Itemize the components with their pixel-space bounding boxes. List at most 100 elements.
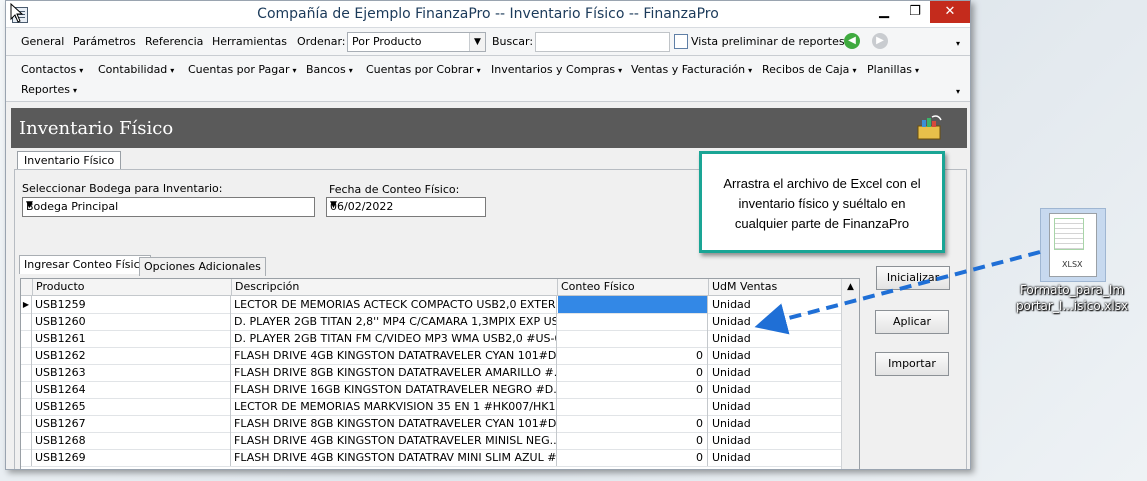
tab-opciones-adicionales[interactable]: Opciones Adicionales	[139, 257, 266, 276]
menu-herramientas[interactable]: Herramientas	[212, 35, 287, 48]
header-producto[interactable]: Producto	[33, 279, 232, 295]
menu-general[interactable]: General	[21, 35, 64, 48]
table-row[interactable]: USB1268 FLASH DRIVE 4GB KINGSTON DATATRAV…	[21, 432, 841, 450]
cell-producto[interactable]: USB1261	[33, 330, 231, 347]
minimize-button[interactable]: ▁	[868, 1, 900, 23]
aplicar-button[interactable]: Aplicar	[875, 310, 949, 334]
table-row[interactable]: USB1267 FLASH DRIVE 8GB KINGSTON DATATRAV…	[21, 415, 841, 433]
mouse-cursor-icon	[10, 3, 24, 23]
tab-ingresar-conteo[interactable]: Ingresar Conteo Físico	[19, 255, 152, 274]
cell-descripcion[interactable]: LECTOR DE MEMORIAS ACTECK COMPACTO USB2,…	[232, 296, 557, 313]
table-row[interactable]: USB1264 FLASH DRIVE 16GB KINGSTON DATATRA…	[21, 381, 841, 399]
table-row[interactable]: USB1265 LECTOR DE MEMORIAS MARKVISION 35 …	[21, 398, 841, 416]
module-reportes[interactable]: Reportes ▾	[21, 83, 77, 96]
excel-file-icon[interactable]: XLSX	[1040, 208, 1106, 282]
cell-descripcion[interactable]: FLASH DRIVE 4GB KINGSTON DATATRAVELER CY…	[232, 347, 557, 364]
cell-producto[interactable]: USB1262	[33, 347, 231, 364]
cell-descripcion[interactable]: LECTOR DE MEMORIAS MARKVISION 35 EN 1 #H…	[232, 398, 557, 415]
cell-conteo[interactable]	[558, 296, 708, 313]
module-recibos-de-caja[interactable]: Recibos de Caja ▾	[762, 63, 856, 76]
cell-producto[interactable]: USB1269	[33, 449, 231, 466]
table-row[interactable]: USB1263 FLASH DRIVE 8GB KINGSTON DATATRAV…	[21, 364, 841, 382]
table-row[interactable]: ▶ USB1259 LECTOR DE MEMORIAS ACTECK COMPAC…	[21, 296, 841, 314]
cell-udm[interactable]: Unidad	[709, 347, 839, 364]
scroll-up-icon[interactable]: ▲	[843, 280, 858, 295]
header-indicator	[21, 279, 33, 295]
vista-preliminar-button[interactable]: Vista preliminar de reportes	[691, 35, 845, 48]
cell-producto[interactable]: USB1259	[33, 296, 231, 313]
cell-descripcion[interactable]: D. PLAYER 2GB TITAN FM C/VIDEO MP3 WMA U…	[232, 330, 557, 347]
module-inventarios-y-compras[interactable]: Inventarios y Compras ▾	[491, 63, 622, 76]
cell-conteo[interactable]: 0	[558, 415, 708, 432]
page-title: Inventario Físico	[19, 118, 174, 139]
cell-conteo[interactable]: 0	[558, 432, 708, 449]
search-input[interactable]	[535, 32, 670, 52]
header-udm[interactable]: UdM Ventas	[709, 279, 841, 295]
cell-udm[interactable]: Unidad	[709, 415, 839, 432]
back-icon[interactable]: ◀	[844, 33, 860, 49]
module-contactos[interactable]: Contactos ▾	[21, 63, 83, 76]
table-row[interactable]: USB1262 FLASH DRIVE 4GB KINGSTON DATATRAV…	[21, 347, 841, 365]
close-button[interactable]: ✕	[930, 1, 970, 23]
bodega-select[interactable]: Bodega Principal ▼	[22, 197, 315, 217]
chevron-down-icon[interactable]: ▼	[469, 33, 485, 51]
cell-udm[interactable]: Unidad	[709, 449, 839, 466]
module-contabilidad[interactable]: Contabilidad ▾	[98, 63, 174, 76]
forward-icon[interactable]: ▶	[872, 33, 888, 49]
cell-conteo[interactable]	[558, 398, 708, 415]
cell-conteo[interactable]	[558, 330, 708, 347]
table-row[interactable]: USB1260 D. PLAYER 2GB TITAN 2,8'' MP4 C/C…	[21, 313, 841, 331]
maximize-button[interactable]: ❐	[899, 1, 931, 23]
cell-udm[interactable]: Unidad	[709, 381, 839, 398]
cell-conteo[interactable]: 0	[558, 347, 708, 364]
importar-button[interactable]: Importar	[875, 352, 949, 376]
table-row[interactable]: USB1261 D. PLAYER 2GB TITAN FM C/VIDEO MP…	[21, 330, 841, 348]
cell-udm[interactable]: Unidad	[709, 313, 839, 330]
chevron-down-icon[interactable]: ▼	[330, 200, 483, 210]
cell-descripcion[interactable]: FLASH DRIVE 8GB KINGSTON DATATRAVELER CY…	[232, 415, 557, 432]
cell-producto[interactable]: USB1268	[33, 432, 231, 449]
menu-overflow-icon[interactable]: ▾	[956, 87, 960, 96]
cell-conteo[interactable]: 0	[558, 364, 708, 381]
fecha-picker[interactable]: 06/02/2022 ▼	[326, 197, 486, 217]
toolbar-overflow-icon[interactable]: ▾	[956, 39, 960, 48]
cell-producto[interactable]: USB1265	[33, 398, 231, 415]
tab-inventario-fisico[interactable]: Inventario Físico	[17, 151, 122, 170]
module-cuentas-por-cobrar[interactable]: Cuentas por Cobrar ▾	[366, 63, 481, 76]
cell-udm[interactable]: Unidad	[709, 330, 839, 347]
cell-udm[interactable]: Unidad	[709, 364, 839, 381]
cell-descripcion[interactable]: FLASH DRIVE 8GB KINGSTON DATATRAVELER AM…	[232, 364, 557, 381]
inventory-grid: Producto Descripción Conteo Físico UdM V…	[20, 278, 860, 469]
chevron-down-icon[interactable]: ▼	[26, 200, 312, 210]
cell-descripcion[interactable]: FLASH DRIVE 16GB KINGSTON DATATRAVELER N…	[232, 381, 557, 398]
cell-conteo[interactable]: 0	[558, 449, 708, 466]
cell-producto[interactable]: USB1264	[33, 381, 231, 398]
module-cuentas-por-pagar[interactable]: Cuentas por Pagar ▾	[188, 63, 297, 76]
table-row[interactable]: USB1269 FLASH DRIVE 4GB KINGSTON DATATRAV…	[21, 449, 841, 467]
window-title: Compañía de Ejemplo FinanzaPro -- Invent…	[257, 6, 719, 22]
cell-descripcion[interactable]: D. PLAYER 2GB TITAN 2,8'' MP4 C/CAMARA 1…	[232, 313, 557, 330]
cell-udm[interactable]: Unidad	[709, 398, 839, 415]
module-ventas-y-facturacion[interactable]: Ventas y Facturación ▾	[631, 63, 752, 76]
module-bancos[interactable]: Bancos ▾	[306, 63, 353, 76]
cell-descripcion[interactable]: FLASH DRIVE 4GB KINGSTON DATATRAV MINI S…	[232, 449, 557, 466]
grid-scrollbar[interactable]: ▲	[841, 279, 859, 469]
cell-conteo[interactable]: 0	[558, 381, 708, 398]
header-conteo[interactable]: Conteo Físico	[558, 279, 709, 295]
cell-udm[interactable]: Unidad	[709, 432, 839, 449]
cell-producto[interactable]: USB1263	[33, 364, 231, 381]
cell-conteo[interactable]	[558, 313, 708, 330]
cell-udm[interactable]: Unidad	[709, 296, 839, 313]
menu-parametros[interactable]: Parámetros	[73, 35, 136, 48]
cell-producto[interactable]: USB1260	[33, 313, 231, 330]
header-descripcion[interactable]: Descripción	[232, 279, 558, 295]
ordenar-select[interactable]: Por Producto ▼	[347, 32, 486, 52]
inicializar-button[interactable]: Inicializar	[876, 266, 950, 290]
file-name[interactable]: Formato_para_Im portar_I...isico.xlsx	[1008, 282, 1136, 314]
row-indicator	[21, 330, 32, 347]
print-preview-icon[interactable]	[674, 34, 688, 49]
menu-referencia[interactable]: Referencia	[145, 35, 203, 48]
cell-descripcion[interactable]: FLASH DRIVE 4GB KINGSTON DATATRAVELER MI…	[232, 432, 557, 449]
module-planillas[interactable]: Planillas ▾	[867, 63, 919, 76]
cell-producto[interactable]: USB1267	[33, 415, 231, 432]
